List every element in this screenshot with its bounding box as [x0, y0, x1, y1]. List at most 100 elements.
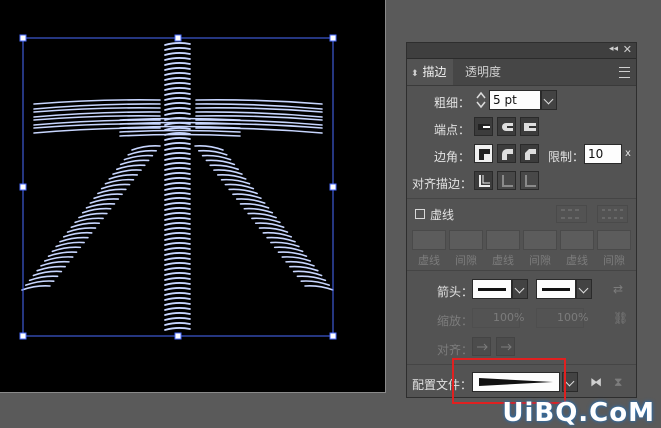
art-stripe: [55, 241, 85, 248]
art-stripe: [119, 117, 241, 121]
projecting-cap-icon: [524, 123, 536, 131]
art-stripe: [51, 246, 82, 253]
art-stripe: [164, 252, 191, 256]
art-stripe: [216, 174, 247, 180]
art-stripe: [119, 133, 241, 137]
art-stripe: [164, 217, 191, 221]
art-stripe: [164, 82, 191, 86]
limit-input[interactable]: 10: [584, 144, 622, 164]
chevron-down-icon: [578, 283, 589, 294]
weight-spinner-icon[interactable]: [474, 90, 488, 110]
art-stripe: [131, 145, 161, 151]
art-stripe: [32, 270, 63, 277]
round-join-button[interactable]: [497, 144, 516, 163]
art-stripe: [24, 280, 55, 286]
tab-transparency-label: 透明度: [465, 65, 502, 79]
art-stripe: [164, 167, 191, 171]
art-stripe: [164, 177, 191, 181]
art-stripe: [164, 222, 191, 226]
panel-menu-icon[interactable]: [619, 67, 630, 78]
start-arrowhead-dropdown[interactable]: [512, 279, 528, 299]
align-stroke-label: 对齐描边：: [412, 177, 473, 191]
art-stripe: [164, 97, 191, 101]
bevel-join-button[interactable]: [520, 144, 539, 163]
art-stripe: [164, 232, 191, 236]
arrow-extend-button[interactable]: [472, 337, 491, 356]
end-arrowhead-dropdown[interactable]: [576, 279, 592, 299]
art-stripe: [205, 159, 236, 166]
gap-2-label: 间隙: [529, 254, 551, 267]
dashed-line-checkbox[interactable]: [415, 209, 425, 219]
align-center-button[interactable]: [474, 171, 493, 190]
art-stripe: [43, 256, 74, 262]
art-stripe: [164, 202, 191, 206]
art-stripe: [85, 202, 116, 209]
art-stripe: [119, 129, 241, 133]
art-stripe: [164, 62, 191, 66]
art-stripe: [164, 162, 191, 166]
art-stripe: [164, 77, 191, 81]
sort-arrows-icon: ⬍: [411, 69, 419, 79]
art-stripe: [164, 267, 191, 271]
gap-2-input[interactable]: [523, 230, 557, 250]
art-stripe: [266, 236, 296, 243]
art-stripe: [292, 270, 323, 277]
art-stripe: [164, 282, 191, 286]
arrow-place-button[interactable]: [496, 337, 515, 356]
collapse-icon[interactable]: ◂◂: [609, 44, 618, 54]
preserve-dash-button[interactable]: [556, 205, 587, 223]
projecting-cap-button[interactable]: [520, 117, 539, 136]
art-stripe: [112, 169, 142, 175]
art-stripe: [104, 178, 135, 185]
start-scale-input[interactable]: 100%: [472, 308, 524, 328]
round-cap-button[interactable]: [497, 117, 516, 136]
art-stripe: [78, 212, 108, 219]
art-stripe: [164, 292, 191, 296]
close-icon[interactable]: ✕: [623, 43, 632, 56]
canvas-artwork[interactable]: [0, 0, 386, 393]
art-stripe: [164, 57, 191, 61]
gap-1-input[interactable]: [449, 230, 483, 250]
weight-dropdown[interactable]: [541, 90, 557, 110]
art-stripe: [164, 227, 191, 231]
art-stripe: [270, 241, 300, 248]
panel-title-bar[interactable]: ◂◂ ✕: [407, 43, 636, 59]
end-scale-input[interactable]: 100%: [536, 308, 588, 328]
start-arrowhead-select[interactable]: [472, 279, 512, 299]
art-stripe: [89, 198, 120, 204]
art-stripe: [116, 164, 146, 171]
align-inside-button[interactable]: [497, 171, 516, 190]
swap-arrowheads-icon[interactable]: ⇄: [613, 282, 623, 296]
dash-2-input[interactable]: [486, 230, 520, 250]
weight-input[interactable]: 5 pt: [489, 90, 541, 110]
art-stripe: [164, 327, 191, 331]
tab-transparency[interactable]: 透明度: [459, 59, 507, 85]
art-stripe: [127, 149, 158, 156]
dash-3-input[interactable]: [560, 230, 594, 250]
align-dash-button[interactable]: [597, 205, 628, 223]
art-stripe: [164, 182, 191, 186]
art-stripe: [28, 275, 59, 282]
align-outside-button[interactable]: [520, 171, 539, 190]
chevron-down-icon: [543, 94, 554, 105]
bevel-join-icon: [525, 149, 536, 160]
flip-vertical-icon[interactable]: ⧗: [614, 375, 622, 390]
art-stripe: [164, 197, 191, 201]
art-stripe: [164, 72, 191, 76]
art-stripe: [228, 188, 258, 195]
align-inside-icon: [502, 175, 513, 187]
dash-1-input[interactable]: [412, 230, 446, 250]
art-stripe: [164, 312, 191, 316]
watermark: UiBQ.CoM: [502, 398, 655, 428]
end-arrowhead-select[interactable]: [536, 279, 576, 299]
gap-3-input[interactable]: [597, 230, 631, 250]
art-stripe: [194, 145, 224, 151]
link-scale-icon[interactable]: ⛓: [613, 311, 628, 325]
art-stripe: [247, 212, 277, 219]
miter-join-button[interactable]: [474, 144, 493, 163]
art-stripe: [262, 231, 293, 238]
butt-cap-button[interactable]: [474, 117, 493, 136]
art-stripe: [164, 192, 191, 196]
flip-horizontal-icon[interactable]: ⧓: [590, 375, 602, 389]
tab-stroke[interactable]: ⬍ 描边: [407, 59, 453, 85]
